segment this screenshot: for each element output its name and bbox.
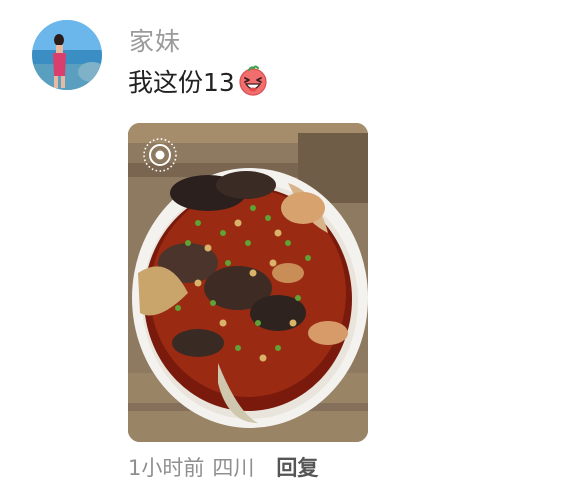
comment-text-row: 我这份13 bbox=[128, 64, 269, 98]
avatar-image bbox=[32, 20, 102, 90]
comment-item: 家妹 我这份13 1小时前 四川 回复 bbox=[0, 0, 587, 482]
reply-button[interactable]: 回复 bbox=[276, 452, 318, 482]
comment-meta: 1小时前 四川 回复 bbox=[128, 452, 318, 482]
food-photo[interactable] bbox=[128, 123, 368, 442]
comment-location: 四川 bbox=[212, 456, 255, 480]
food-photo-image bbox=[128, 123, 368, 442]
comment-time: 1小时前 bbox=[128, 456, 205, 480]
laughing-face-icon bbox=[239, 65, 267, 96]
username[interactable]: 家妹 bbox=[129, 22, 181, 58]
comment-text: 我这份13 bbox=[128, 68, 235, 97]
user-avatar[interactable] bbox=[32, 20, 102, 90]
